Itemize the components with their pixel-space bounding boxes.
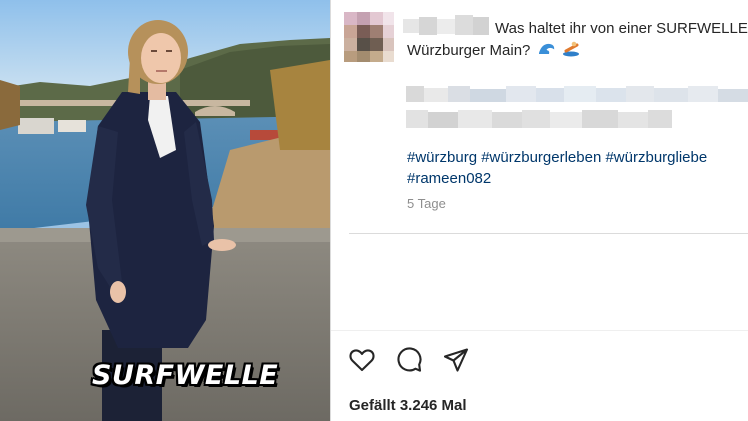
action-bar [348, 346, 470, 374]
panel-divider [330, 0, 331, 421]
username-blurred[interactable] [403, 13, 489, 39]
post-photo-scene [0, 0, 330, 421]
video-overlay-caption: SURFWELLE [92, 360, 279, 391]
actions-divider [331, 330, 748, 331]
hashtag-link[interactable]: #würzburgerleben [481, 149, 601, 166]
avatar[interactable] [344, 12, 394, 62]
hashtags: #würzburg #würzburgerleben #würzburglieb… [407, 147, 707, 189]
post-caption-text: Würzburger Main? [407, 42, 531, 59]
post-image[interactable]: SURFWELLE [0, 0, 330, 421]
avatar-pixelated-icon [344, 12, 394, 62]
comment-icon[interactable] [395, 346, 423, 374]
comments-divider [349, 233, 748, 234]
share-icon[interactable] [442, 346, 470, 374]
post-caption-line1: Was haltet ihr von einer SURFWELLE im [495, 20, 748, 37]
surfer-icon [562, 41, 579, 57]
post-timestamp[interactable]: 5 Tage [407, 196, 446, 211]
hashtag-link[interactable]: #würzburgliebe [605, 149, 707, 166]
wave-icon [538, 43, 554, 54]
hashtag-link[interactable]: #rameen082 [407, 170, 491, 187]
caption-body-blurred [406, 86, 748, 128]
hashtag-link[interactable]: #würzburg [407, 149, 477, 166]
post-caption-line2: Würzburger Main? [407, 41, 581, 59]
likes-count[interactable]: Gefällt 3.246 Mal [349, 397, 467, 414]
like-heart-icon[interactable] [348, 346, 376, 374]
